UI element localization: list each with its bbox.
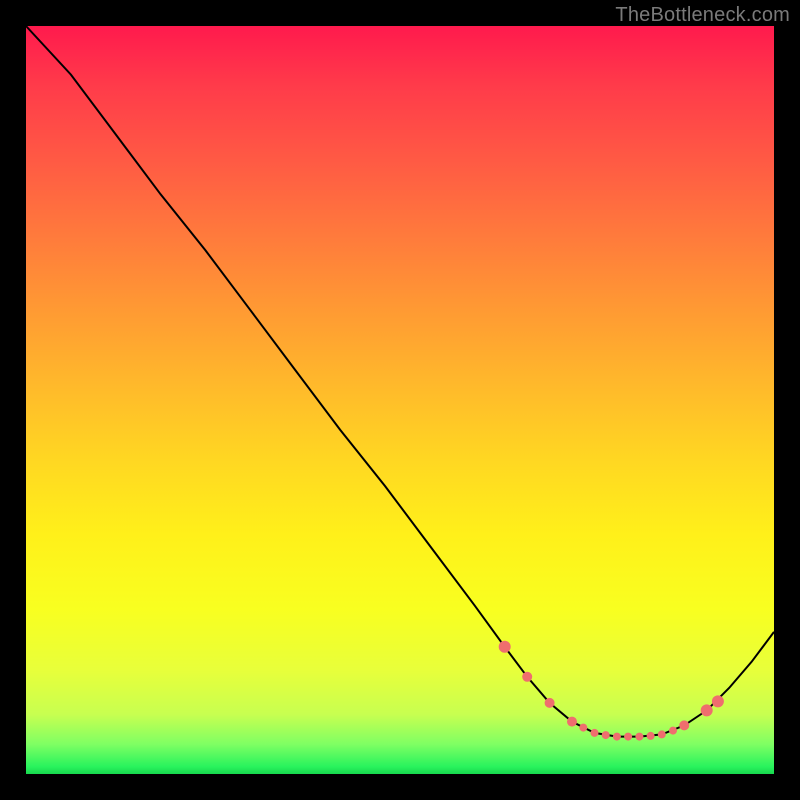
curve-marker bbox=[522, 672, 532, 682]
curve-marker bbox=[647, 732, 655, 740]
attribution-label: TheBottleneck.com bbox=[615, 4, 790, 27]
curve-marker bbox=[679, 720, 689, 730]
curve-marker bbox=[635, 733, 643, 741]
bottleneck-curve bbox=[26, 26, 774, 737]
curve-marker bbox=[591, 729, 599, 737]
plot-area bbox=[26, 26, 774, 774]
chart-canvas: TheBottleneck.com bbox=[0, 0, 800, 800]
curve-marker bbox=[579, 724, 587, 732]
curve-marker bbox=[602, 731, 610, 739]
curve-marker bbox=[624, 733, 632, 741]
curve-marker bbox=[669, 727, 677, 735]
curve-svg bbox=[26, 26, 774, 774]
curve-marker bbox=[567, 717, 577, 727]
curve-markers bbox=[499, 641, 724, 741]
curve-marker bbox=[545, 698, 555, 708]
curve-marker bbox=[712, 695, 724, 707]
curve-marker bbox=[701, 704, 713, 716]
curve-marker bbox=[613, 733, 621, 741]
curve-marker bbox=[658, 730, 666, 738]
curve-marker bbox=[499, 641, 511, 653]
